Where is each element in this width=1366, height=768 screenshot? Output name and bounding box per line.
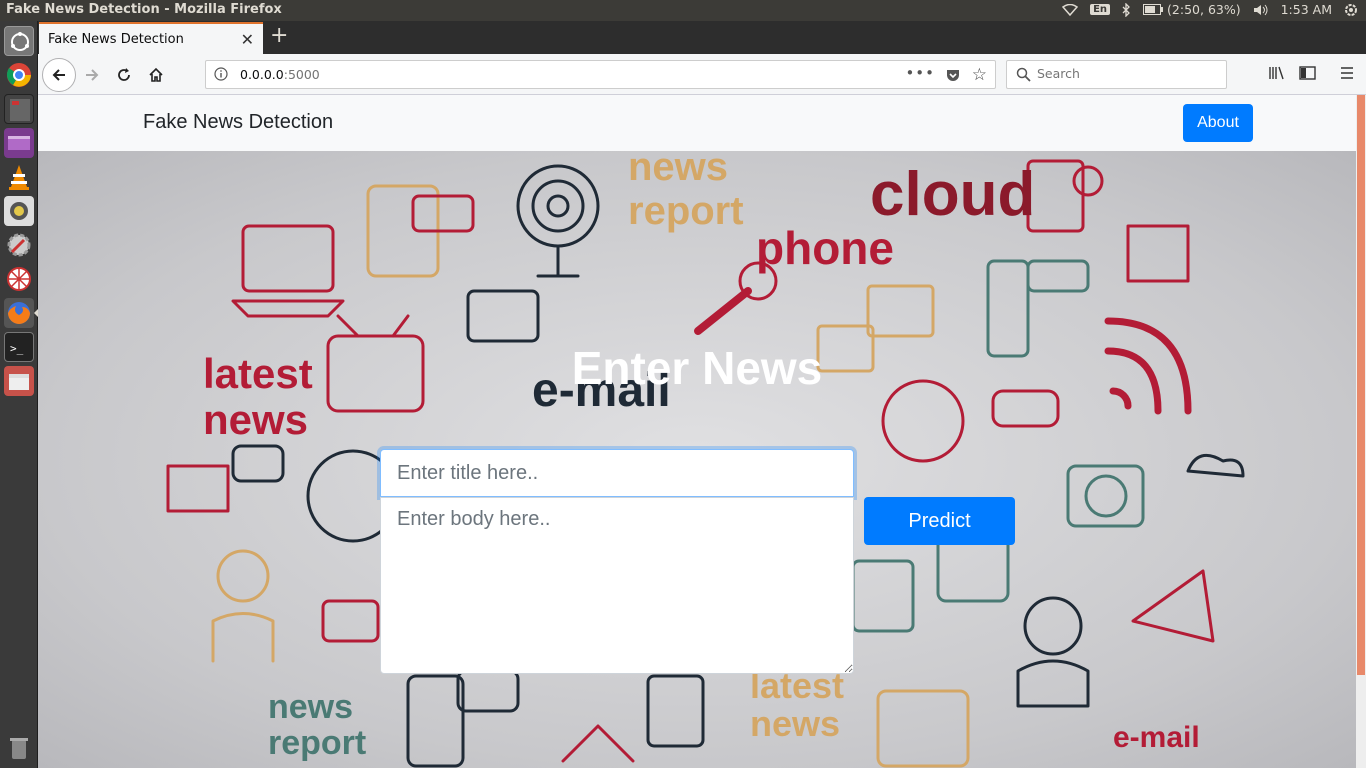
search-bar[interactable] [1006, 60, 1227, 89]
ubuntu-launcher: >_ [0, 21, 38, 768]
vlc-icon[interactable] [4, 162, 34, 192]
window-title: Fake News Detection - Mozilla Firefox [6, 2, 282, 17]
url-port: :5000 [283, 67, 320, 82]
page-heading: Enter News [38, 341, 1356, 395]
arrow-right-icon [86, 69, 99, 81]
software-center-icon[interactable] [4, 366, 34, 396]
reload-button[interactable] [110, 61, 138, 89]
tab-title: Fake News Detection [48, 31, 184, 47]
predict-button[interactable]: Predict [864, 497, 1015, 545]
info-icon[interactable] [214, 67, 228, 81]
bluetooth-icon[interactable] [1122, 2, 1131, 17]
bookmark-star-icon[interactable]: ☆ [972, 65, 987, 85]
new-tab-button[interactable]: + [270, 23, 288, 48]
video-app-icon[interactable] [4, 128, 34, 158]
tab-fake-news-detection[interactable]: Fake News Detection ✕ [39, 22, 263, 54]
close-tab-icon[interactable]: ✕ [241, 30, 254, 49]
doodle-word-latest-news-bottom: latest news [750, 665, 845, 744]
dash-home-icon[interactable] [4, 26, 34, 56]
network-tool-icon[interactable] [4, 264, 34, 294]
hamburger-menu-icon[interactable] [1339, 65, 1355, 81]
url-host: 0.0.0.0 [240, 67, 284, 82]
browser-nav-toolbar: 0.0.0.0:5000 ••• ☆ [38, 54, 1366, 95]
system-tray: En (2:50, 63%) 1:53 AM [1062, 2, 1358, 17]
site-brand[interactable]: Fake News Detection [143, 111, 333, 134]
page-viewport: Fake News Detection About news report cl… [38, 95, 1356, 768]
svg-text:>_: >_ [10, 342, 24, 355]
library-icon[interactable] [1268, 65, 1285, 81]
files-icon[interactable] [4, 94, 34, 124]
wifi-icon[interactable] [1062, 3, 1079, 16]
search-input[interactable] [1037, 66, 1217, 81]
doodle-word-cloud: cloud [870, 160, 1036, 229]
browser-tab-strip: Fake News Detection ✕ + [38, 21, 1366, 54]
site-navbar: Fake News Detection About [38, 95, 1356, 151]
arrow-left-icon [52, 69, 65, 81]
back-button[interactable] [42, 58, 76, 92]
doodle-word-e-mail-bottom: e-mail [1113, 721, 1200, 754]
search-icon [1016, 67, 1031, 82]
clock[interactable]: 1:53 AM [1281, 2, 1332, 17]
settings-icon[interactable] [4, 230, 34, 260]
chrome-icon[interactable] [4, 60, 34, 90]
volume-icon[interactable] [1253, 4, 1269, 16]
pocket-icon[interactable] [945, 67, 961, 83]
url-bar[interactable]: 0.0.0.0:5000 ••• ☆ [205, 60, 996, 89]
keyboard-layout-indicator[interactable]: En [1090, 4, 1111, 15]
news-body-textarea[interactable] [380, 497, 854, 674]
trash-icon[interactable] [4, 733, 34, 763]
battery-icon [1143, 4, 1164, 15]
system-monitor-icon[interactable] [4, 196, 34, 226]
doodle-word-news-report-bottom: news report [268, 688, 367, 762]
home-icon [149, 67, 163, 82]
power-gear-icon[interactable] [1344, 3, 1358, 17]
news-title-input[interactable] [380, 449, 854, 497]
doodle-word-phone: phone [756, 222, 894, 274]
doodle-word-news-report: news report [628, 145, 744, 233]
battery-status: (2:50, 63%) [1167, 2, 1241, 17]
reload-icon [118, 68, 130, 81]
page-scrollbar-thumb[interactable] [1357, 95, 1365, 675]
hero-section: news report cloud phone latest news e-ma… [38, 145, 1356, 768]
sidebar-icon[interactable] [1299, 65, 1316, 81]
page-actions-icon[interactable]: ••• [905, 64, 935, 82]
battery-indicator[interactable]: (2:50, 63%) [1143, 2, 1241, 17]
system-top-bar: Fake News Detection - Mozilla Firefox En… [0, 0, 1366, 21]
firefox-icon[interactable] [4, 298, 34, 328]
heading-text: Enter News [571, 342, 823, 394]
about-button[interactable]: About [1183, 104, 1253, 142]
terminal-icon[interactable]: >_ [4, 332, 34, 362]
forward-button[interactable] [78, 61, 106, 89]
home-button[interactable] [142, 61, 170, 89]
url-text[interactable]: 0.0.0.0:5000 [240, 67, 320, 82]
